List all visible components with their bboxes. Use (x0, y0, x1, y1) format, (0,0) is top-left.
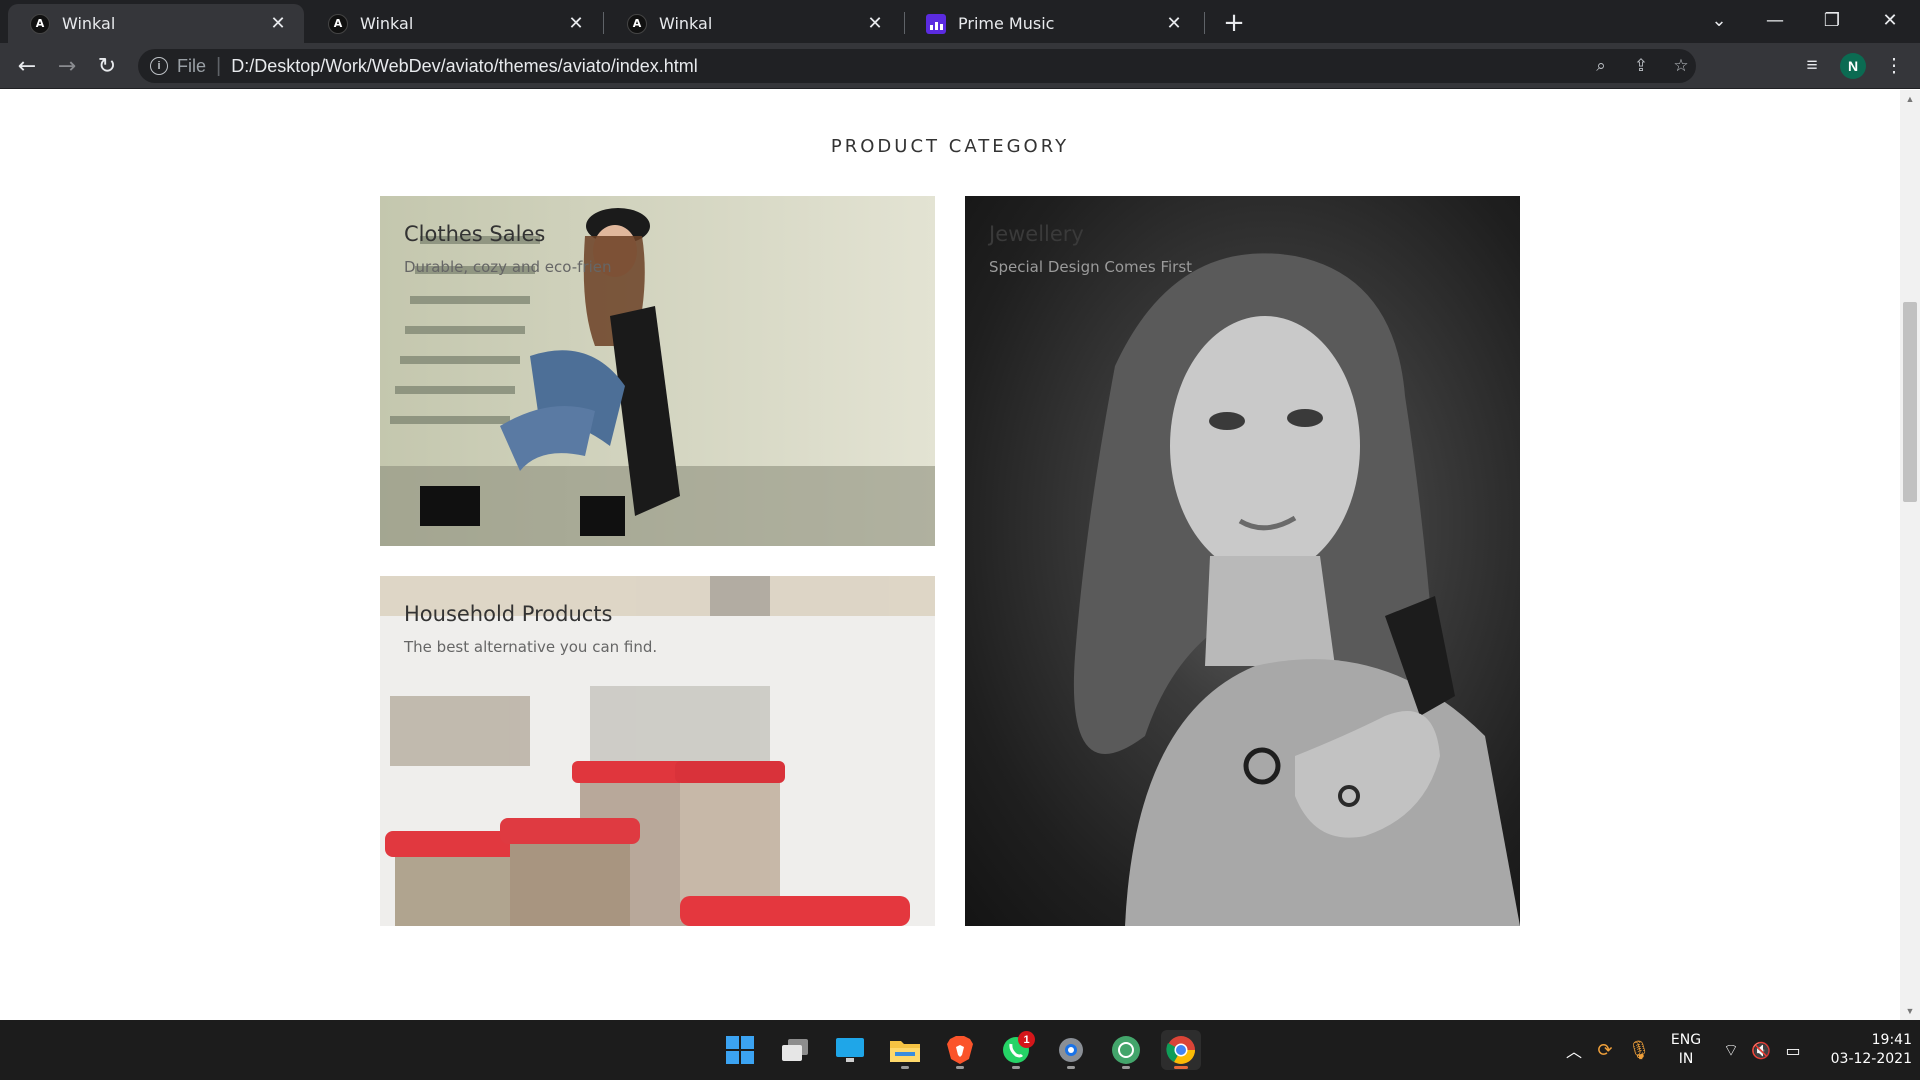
wifi-icon[interactable]: ⌔ (1718, 1020, 1744, 1080)
speaker-muted-icon[interactable]: 🔇 (1748, 1020, 1774, 1080)
running-indicator (956, 1066, 964, 1069)
tab-search-chevron-icon[interactable]: ⌄ (1699, 5, 1739, 35)
battery-icon[interactable]: ▭ (1780, 1020, 1806, 1080)
close-tab-icon[interactable]: ✕ (1162, 12, 1186, 36)
address-url[interactable]: D:/Desktop/Work/WebDev/aviato/themes/avi… (231, 56, 698, 77)
running-indicator (901, 1066, 909, 1069)
restore-window-icon[interactable]: ❐ (1812, 5, 1852, 35)
settings-icon[interactable] (1051, 1030, 1091, 1070)
woman-sitting-on-steps-photo (380, 196, 935, 546)
category-title[interactable]: Household Products (404, 602, 612, 626)
category-subtitle: The best alternative you can find. (404, 638, 658, 656)
address-divider: | (216, 54, 222, 77)
sync-icon[interactable]: ⟳ (1592, 1020, 1618, 1080)
clock[interactable]: 19:41 03-12-2021 (1812, 1031, 1912, 1069)
running-indicator (1122, 1066, 1130, 1069)
black-and-white-portrait-photo (1073, 253, 1520, 926)
tab-title: Prime Music (958, 14, 1055, 33)
desktop-icon[interactable] (830, 1030, 870, 1070)
chatgpt-icon[interactable] (1106, 1030, 1146, 1070)
notification-badge: 1 (1018, 1031, 1035, 1048)
category-subtitle: Durable, cozy and eco-frien (404, 258, 612, 276)
web-page-viewport: PRODUCT CATEGORY Clothes Sales Durable, … (0, 90, 1900, 1020)
tab-winkal-3[interactable]: A Winkal ✕ (605, 4, 901, 43)
close-window-icon[interactable]: ✕ (1870, 5, 1910, 35)
section-title: PRODUCT CATEGORY (830, 136, 1070, 157)
scroll-down-arrow-icon[interactable]: ▼ (1905, 1006, 1915, 1016)
chrome-icon[interactable] (1161, 1030, 1201, 1070)
close-tab-icon[interactable]: ✕ (564, 12, 588, 36)
back-arrow-icon[interactable]: ← (11, 50, 43, 82)
show-hidden-icons-chevron-icon[interactable]: ︿ (1562, 1020, 1586, 1080)
share-icon[interactable]: ⇪ (1631, 56, 1651, 76)
category-card-clothes[interactable]: Clothes Sales Durable, cozy and eco-frie… (380, 196, 935, 546)
new-tab-plus-icon[interactable]: + (1220, 8, 1248, 38)
windows-start-icon[interactable] (720, 1030, 760, 1070)
category-subtitle: Special Design Comes First (989, 258, 1193, 276)
category-title[interactable]: Clothes Sales (404, 222, 545, 246)
scroll-up-arrow-icon[interactable]: ▲ (1905, 94, 1915, 104)
browser-toolbar: ← → ↻ i File | D:/Desktop/Work/WebDev/av… (0, 43, 1920, 89)
tab-separator (1204, 12, 1205, 34)
close-tab-icon[interactable]: ✕ (863, 12, 887, 36)
running-indicator (1174, 1066, 1188, 1069)
language-code: ENG (1670, 1032, 1702, 1048)
prime-music-icon (926, 13, 946, 34)
zoom-icon[interactable]: ⌕ (1591, 56, 1611, 76)
task-view-icon[interactable] (775, 1030, 815, 1070)
tab-title: Winkal (360, 14, 414, 33)
reload-icon[interactable]: ↻ (91, 50, 123, 82)
address-scheme-label: File (177, 55, 207, 76)
category-card-household[interactable]: Household Products The best alternative … (380, 576, 935, 926)
minimize-icon[interactable]: — (1755, 5, 1795, 35)
windows-taskbar: 1 ︿ ⟳ 🎙 ENG IN ⌔ 🔇 ▭ 19:41 03-12-2021 (0, 1020, 1920, 1080)
tab-prime-music[interactable]: Prime Music ✕ (904, 4, 1200, 43)
info-icon[interactable]: i (150, 57, 168, 75)
tab-winkal-1[interactable]: A Winkal ✕ (8, 4, 304, 43)
scrollbar-thumb[interactable] (1903, 302, 1917, 502)
brave-browser-icon[interactable] (940, 1030, 980, 1070)
microphone-icon[interactable]: 🎙 (1626, 1020, 1652, 1080)
category-card-jewellery[interactable]: Jewellery Special Design Comes First (965, 196, 1520, 926)
running-indicator (1067, 1066, 1075, 1069)
close-tab-icon[interactable]: ✕ (266, 12, 290, 36)
whatsapp-icon[interactable]: 1 (996, 1030, 1036, 1070)
running-indicator (1012, 1066, 1020, 1069)
tab-title: Winkal (659, 14, 713, 33)
reading-list-icon[interactable]: ≡ (1801, 55, 1823, 77)
more-menu-icon[interactable]: ⋮ (1883, 55, 1905, 77)
input-language[interactable]: ENG IN (1664, 1031, 1708, 1069)
site-favicon-icon: A (627, 13, 647, 34)
red-lid-food-containers-photo (380, 576, 935, 926)
tab-separator (603, 12, 604, 34)
clock-date: 03-12-2021 (1830, 1051, 1912, 1067)
page-scrollbar[interactable]: ▲ ▼ (1900, 90, 1920, 1020)
forward-arrow-icon[interactable]: → (51, 50, 83, 82)
tab-winkal-2[interactable]: A Winkal ✕ (306, 4, 602, 43)
site-favicon-icon: A (328, 13, 348, 34)
tab-title: Winkal (62, 14, 116, 33)
browser-tab-strip: A Winkal ✕ A Winkal ✕ A Winkal ✕ Prime M… (0, 0, 1920, 43)
address-bar[interactable]: i File | D:/Desktop/Work/WebDev/aviato/t… (138, 49, 1696, 83)
bookmark-star-icon[interactable]: ☆ (1671, 56, 1691, 76)
category-title[interactable]: Jewellery (989, 222, 1084, 246)
file-explorer-icon[interactable] (885, 1030, 925, 1070)
site-favicon-icon: A (30, 13, 50, 34)
clock-time: 19:41 (1871, 1032, 1912, 1048)
region-code: IN (1678, 1051, 1694, 1067)
profile-avatar[interactable]: N (1840, 53, 1866, 79)
